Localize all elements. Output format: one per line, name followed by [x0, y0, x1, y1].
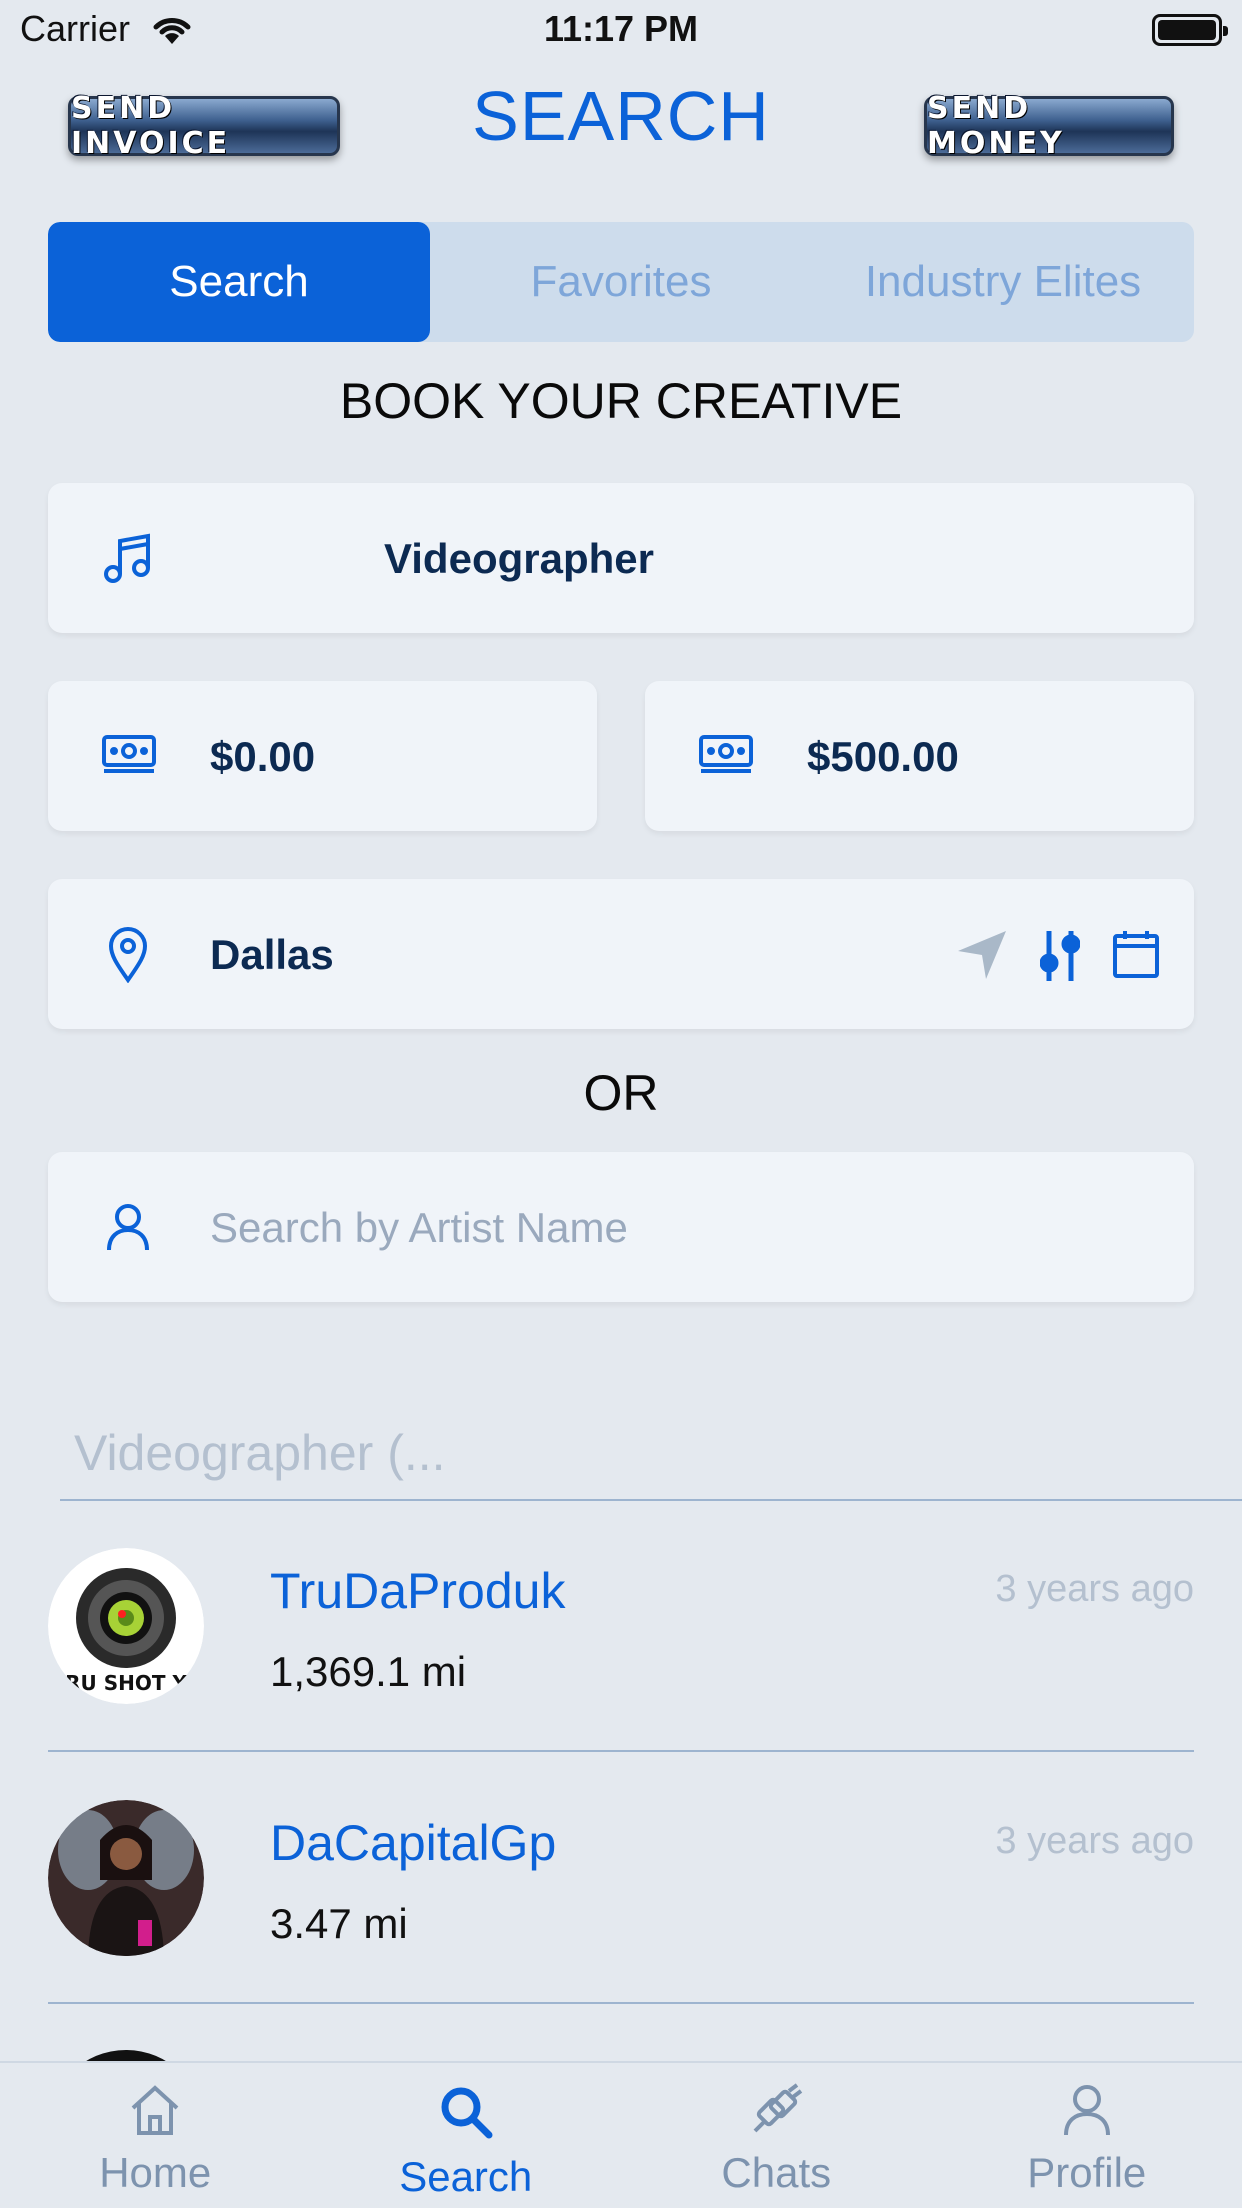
category-selector[interactable]: Videographer [48, 483, 1194, 633]
home-icon [131, 2085, 179, 2135]
location-value: Dallas [210, 931, 334, 978]
cash-icon [697, 733, 755, 780]
cash-icon [100, 733, 158, 780]
min-price-field[interactable]: $0.00 [48, 681, 597, 831]
map-pin-icon [108, 927, 148, 988]
list-item[interactable]: TRU SHOT YA TruDaProduk 1,369.1 mi 3 yea… [48, 1502, 1194, 1752]
tab-search[interactable]: Search [311, 2063, 622, 2208]
max-price-field[interactable]: $500.00 [645, 681, 1194, 831]
last-active-time: 3 years ago [995, 1568, 1194, 1610]
tab-search-label: Search [399, 2153, 533, 2200]
row-divider [48, 1750, 1194, 1752]
battery-icon [1152, 14, 1228, 46]
or-separator: OR [583, 1065, 659, 1121]
tab-home-label: Home [99, 2149, 212, 2196]
bottom-tab-bar: Home Search Chats Profile [0, 2061, 1242, 2208]
section-divider [60, 1499, 1242, 1501]
music-note-icon [102, 533, 152, 590]
avatar: TRU SHOT YA [48, 1548, 204, 1704]
tab-profile-label: Profile [1027, 2149, 1147, 2196]
max-price-value: $500.00 [807, 733, 959, 780]
artist-distance: 1,369.1 mi [270, 1648, 467, 1695]
category-value: Videographer [384, 535, 654, 582]
artist-search-field[interactable] [48, 1152, 1194, 1302]
profile-icon [1063, 2085, 1110, 2136]
location-field[interactable]: Dallas [48, 879, 1194, 1029]
search-icon [441, 2087, 493, 2139]
tab-home[interactable]: Home [0, 2063, 311, 2208]
artist-name[interactable]: TruDaProduk [270, 1562, 565, 1620]
segmented-control: Search Favorites Industry Elites [48, 222, 1194, 342]
artist-name-input[interactable] [210, 1200, 1110, 1256]
chats-icon [753, 2083, 803, 2133]
min-price-value: $0.00 [210, 733, 316, 780]
list-item[interactable]: DaCapitalGp 3.47 mi 3 years ago [48, 1754, 1194, 2004]
user-icon [106, 1202, 150, 1257]
tab-chats-label: Chats [721, 2149, 832, 2196]
row-divider [48, 2002, 1194, 2004]
avatar-logo-text: TRU SHOT YA [51, 1671, 201, 1695]
tab-profile[interactable]: Profile [932, 2063, 1242, 2208]
navigation-arrow-icon[interactable] [956, 929, 1008, 986]
tab-chats[interactable]: Chats [621, 2063, 932, 2208]
filter-sliders-icon[interactable] [1039, 927, 1081, 990]
tab-favorites[interactable]: Favorites [430, 222, 812, 342]
send-money-button[interactable]: SEND MONEY [924, 91, 1174, 161]
artist-distance: 3.47 mi [270, 1900, 408, 1947]
calendar-icon[interactable] [1112, 929, 1160, 984]
results-section-title: Videographer (... [74, 1425, 446, 1481]
status-time: 11:17 PM [543, 8, 699, 49]
artist-name[interactable]: DaCapitalGp [270, 1814, 556, 1872]
tab-industry-elites[interactable]: Industry Elites [812, 222, 1194, 342]
avatar [48, 1800, 204, 1956]
book-title: BOOK YOUR CREATIVE [339, 373, 903, 429]
tab-search[interactable]: Search [48, 222, 430, 342]
last-active-time: 3 years ago [995, 1820, 1194, 1862]
